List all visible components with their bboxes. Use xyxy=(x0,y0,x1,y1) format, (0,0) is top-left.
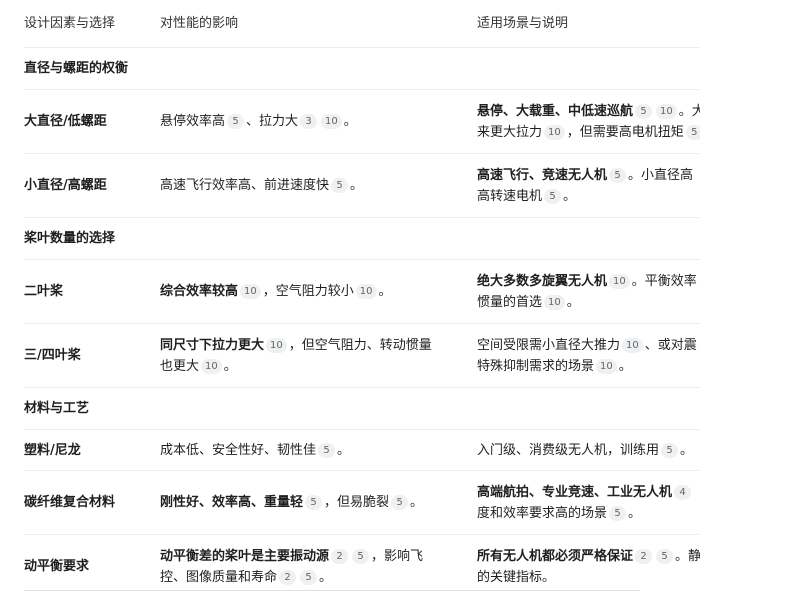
citation-badge[interactable]: 10 xyxy=(622,337,643,353)
section-row: 桨叶数量的选择 xyxy=(24,217,700,260)
section-title: 材料与工艺 xyxy=(24,387,160,430)
impact-cell: 成本低、安全性好、韧性佳 5。 xyxy=(160,429,477,471)
citation-badge[interactable]: 2 xyxy=(331,548,349,564)
header-design-factor: 设计因素与选择 xyxy=(24,0,160,48)
section-row: 材料与工艺 xyxy=(24,387,700,430)
usage-cell: 所有无人机都必须严格保证 2 5 。静 的关键指标。 xyxy=(477,534,700,591)
factor-name: 碳纤维复合材料 xyxy=(24,470,160,535)
citation-badge[interactable]: 5 xyxy=(656,548,674,564)
usage-cell: 入门级、消费级无人机，训练用 5。 xyxy=(477,429,700,471)
citation-badge[interactable]: 2 xyxy=(279,569,297,585)
citation-badge[interactable]: 10 xyxy=(355,284,377,299)
table-row: 动平衡要求 动平衡差的桨叶是主要振动源 2 5 ，影响飞 控、图像质量和寿命 2 5。 所有… xyxy=(24,534,700,591)
citation-badge[interactable]: 5 xyxy=(391,495,409,510)
factor-name: 小直径/高螺距 xyxy=(24,153,160,218)
table-row: 三/四叶桨 同尺寸下拉力更大 10 ，但空气阻力、转动惯量 也更大 10。 空间受限需小… xyxy=(24,323,700,388)
header-performance-impact: 对性能的影响 xyxy=(160,0,477,48)
factor-name: 二叶桨 xyxy=(24,259,160,324)
citation-badge[interactable]: 10 xyxy=(321,114,342,129)
table-row: 二叶桨 综合效率较高 10 ，空气阻力较小 10。 绝大多数多旋翼无人机 10 。平衡效率… xyxy=(24,259,700,324)
factor-name: 动平衡要求 xyxy=(24,534,160,591)
citation-badge[interactable]: 10 xyxy=(544,124,565,140)
impact-cell: 悬停效率高 5 、拉力大 3 10。 xyxy=(160,89,477,154)
citation-badge[interactable]: 5 xyxy=(352,548,370,564)
table-row: 大直径/低螺距 悬停效率高 5 、拉力大 3 10。 悬停、大载重、中低速巡航 5 10 。大… xyxy=(24,89,700,154)
citation-badge[interactable]: 5 xyxy=(661,442,679,458)
section-row: 直径与螺距的权衡 xyxy=(24,47,700,90)
citation-badge[interactable]: 5 xyxy=(318,442,336,458)
impact-cell: 同尺寸下拉力更大 10 ，但空气阻力、转动惯量 也更大 10。 xyxy=(160,323,477,388)
section-title: 直径与螺距的权衡 xyxy=(24,47,160,90)
citation-badge[interactable]: 10 xyxy=(240,284,261,299)
usage-cell: 绝大多数多旋翼无人机 10 。平衡效率 惯量的首选 10。 xyxy=(477,259,700,324)
usage-cell: 空间受限需小直径大推力 10 、或对震 特殊抑制需求的场景 10。 xyxy=(477,323,700,388)
factor-name: 塑料/尼龙 xyxy=(24,429,160,471)
impact-cell: 动平衡差的桨叶是主要振动源 2 5 ，影响飞 控、图像质量和寿命 2 5。 xyxy=(160,534,477,591)
citation-badge[interactable]: 10 xyxy=(201,358,222,374)
citation-badge[interactable]: 5 xyxy=(685,124,700,140)
citation-badge[interactable]: 5 xyxy=(305,495,323,510)
usage-cell: 高端航拍、专业竞速、工业无人机 4 度和效率要求高的场景 5。 xyxy=(477,470,700,535)
header-application: 适用场景与说明 xyxy=(477,0,700,48)
table-row: 小直径/高螺距 高速飞行效率高、前进速度快 5。 高速飞行、竞速无人机 5 。小直径高… xyxy=(24,153,700,218)
citation-badge[interactable]: 5 xyxy=(331,178,349,193)
citation-badge[interactable]: 5 xyxy=(609,505,627,521)
impact-cell: 刚性好、效率高、重量轻 5 ，但易脆裂 5。 xyxy=(160,470,477,535)
table-row: 碳纤维复合材料 刚性好、效率高、重量轻 5 ，但易脆裂 5。 高端航拍、专业竞速、工业… xyxy=(24,470,700,535)
citation-badge[interactable]: 5 xyxy=(635,103,653,119)
citation-badge[interactable]: 5 xyxy=(300,569,318,585)
table-viewport: 设计因素与选择 对性能的影响 适用场景与说明 直径与螺距的权衡 大直径/低螺距 … xyxy=(0,0,700,591)
table-header-row: 设计因素与选择 对性能的影响 适用场景与说明 xyxy=(24,0,700,48)
propeller-design-table: 设计因素与选择 对性能的影响 适用场景与说明 直径与螺距的权衡 大直径/低螺距 … xyxy=(24,0,700,591)
factor-name: 大直径/低螺距 xyxy=(24,89,160,154)
usage-cell: 高速飞行、竞速无人机 5 。小直径高 高转速电机 5。 xyxy=(477,153,700,218)
citation-badge[interactable]: 5 xyxy=(227,114,245,129)
factor-name: 三/四叶桨 xyxy=(24,323,160,388)
citation-badge[interactable]: 5 xyxy=(609,167,627,183)
citation-badge[interactable]: 10 xyxy=(266,337,287,353)
citation-badge[interactable]: 10 xyxy=(656,103,677,119)
impact-cell: 综合效率较高 10 ，空气阻力较小 10。 xyxy=(160,259,477,324)
citation-badge[interactable]: 5 xyxy=(544,188,562,204)
table-row: 塑料/尼龙 成本低、安全性好、韧性佳 5。 入门级、消费级无人机，训练用 5。 xyxy=(24,429,700,471)
usage-cell: 悬停、大载重、中低速巡航 5 10 。大 来更大拉力 10 ，但需要高电机扭矩 5 xyxy=(477,89,700,154)
citation-badge[interactable]: 4 xyxy=(674,484,692,500)
citation-badge[interactable]: 2 xyxy=(635,548,653,564)
impact-cell: 高速飞行效率高、前进速度快 5。 xyxy=(160,153,477,218)
citation-badge[interactable]: 3 xyxy=(300,114,318,129)
citation-badge[interactable]: 10 xyxy=(596,358,617,374)
section-title: 桨叶数量的选择 xyxy=(24,217,160,260)
citation-badge[interactable]: 10 xyxy=(609,273,630,289)
citation-badge[interactable]: 10 xyxy=(544,294,565,310)
